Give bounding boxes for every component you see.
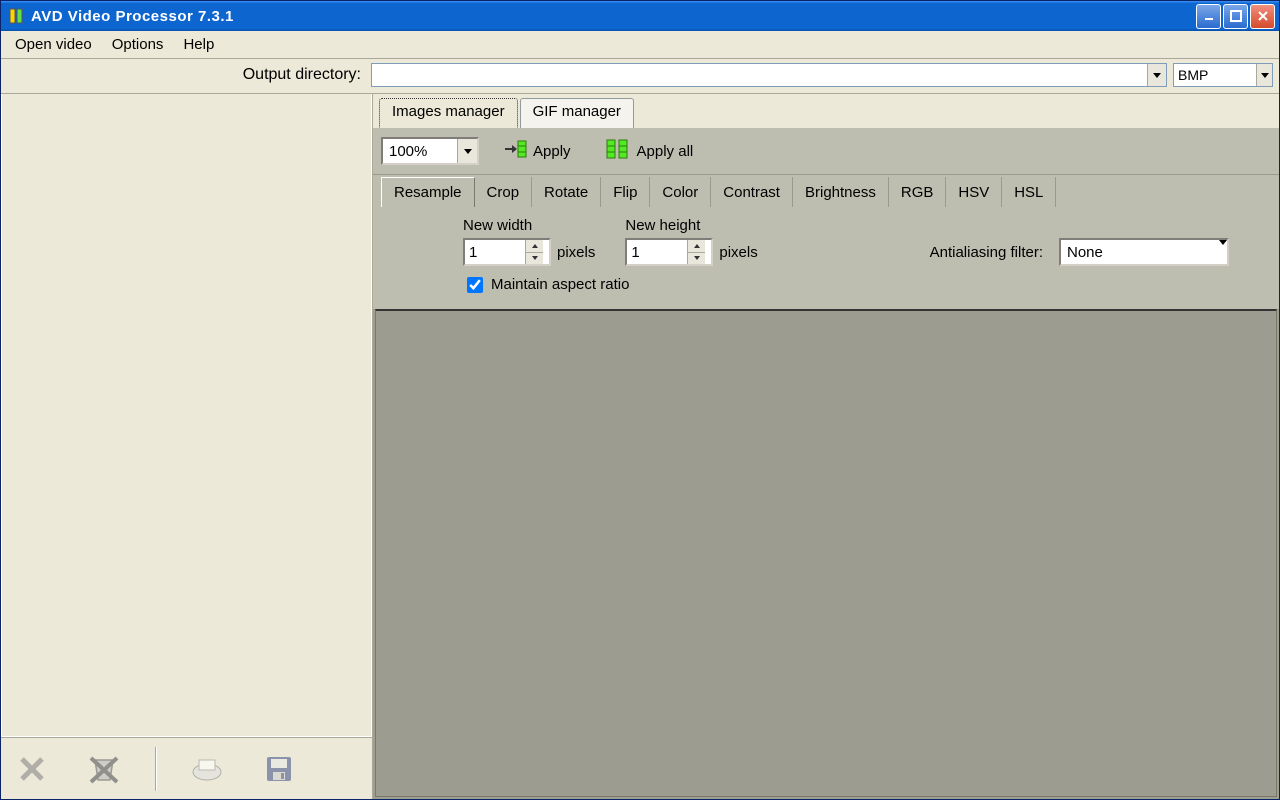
toolbar-separator [155, 747, 156, 791]
zoom-combo[interactable]: 100% [381, 137, 479, 165]
tab-rotate[interactable]: Rotate [532, 177, 601, 207]
print-icon[interactable] [186, 748, 228, 790]
tab-images-manager[interactable]: Images manager [379, 98, 518, 128]
width-unit: pixels [557, 244, 595, 261]
panel-content: 100% Apply Apply all [373, 128, 1279, 309]
tab-hsl[interactable]: HSL [1002, 177, 1056, 207]
maintain-aspect-label: Maintain aspect ratio [491, 276, 629, 293]
output-format-value[interactable] [1174, 64, 1256, 86]
menu-help[interactable]: Help [173, 32, 224, 57]
tab-flip[interactable]: Flip [601, 177, 650, 207]
body-area: Images manager GIF manager 100% Apply [1, 94, 1279, 799]
resample-panel: New width pixels [373, 207, 1279, 309]
maximize-button[interactable] [1223, 4, 1248, 29]
size-row: New width pixels [463, 217, 1269, 266]
output-row: Output directory: [1, 59, 1279, 94]
zoom-apply-toolbar: 100% Apply Apply all [373, 128, 1279, 175]
height-unit: pixels [719, 244, 757, 261]
new-height-label: New height [625, 217, 757, 234]
tab-gif-manager[interactable]: GIF manager [520, 98, 634, 128]
new-height-spinner[interactable] [625, 238, 713, 266]
new-width-label: New width [463, 217, 595, 234]
tab-rgb[interactable]: RGB [889, 177, 947, 207]
titlebar: AVD Video Processor 7.3.1 [1, 1, 1279, 31]
menu-options[interactable]: Options [102, 32, 174, 57]
tab-resample[interactable]: Resample [381, 177, 475, 207]
apply-button[interactable]: Apply [497, 137, 579, 165]
left-panel [1, 94, 373, 799]
new-height-up-button[interactable] [688, 240, 705, 253]
app-icon [7, 7, 25, 25]
minimize-button[interactable] [1196, 4, 1221, 29]
output-directory-input[interactable] [372, 64, 1147, 86]
output-format-dropdown-button[interactable] [1256, 64, 1272, 86]
new-width-block: New width pixels [463, 217, 595, 266]
tab-brightness[interactable]: Brightness [793, 177, 889, 207]
app-window: AVD Video Processor 7.3.1 Open video Opt… [0, 0, 1280, 800]
new-width-spinner[interactable] [463, 238, 551, 266]
menu-open-video[interactable]: Open video [5, 32, 102, 57]
output-directory-combo[interactable] [371, 63, 1167, 87]
output-directory-dropdown-button[interactable] [1147, 64, 1166, 86]
left-toolbar [1, 737, 372, 799]
antialiasing-block: Antialiasing filter: None [930, 238, 1229, 266]
new-height-input[interactable] [627, 240, 687, 264]
tab-hsv[interactable]: HSV [946, 177, 1002, 207]
maintain-aspect-row: Maintain aspect ratio [463, 276, 1269, 293]
zoom-value: 100% [383, 143, 457, 160]
antialiasing-label: Antialiasing filter: [930, 244, 1043, 261]
apply-icon [505, 139, 527, 163]
maintain-aspect-checkbox[interactable] [467, 277, 483, 293]
save-icon[interactable] [258, 748, 300, 790]
new-height-block: New height pixels [625, 217, 757, 266]
tab-color[interactable]: Color [650, 177, 711, 207]
close-button[interactable] [1250, 4, 1275, 29]
apply-all-label: Apply all [637, 143, 694, 160]
delete-icon[interactable] [11, 748, 53, 790]
new-height-down-button[interactable] [688, 253, 705, 265]
manager-tabs: Images manager GIF manager [373, 94, 1279, 128]
operation-tabs: Resample Crop Rotate Flip Color Contrast… [373, 175, 1279, 207]
tab-contrast[interactable]: Contrast [711, 177, 793, 207]
antialiasing-dropdown-button[interactable] [1219, 240, 1227, 264]
apply-all-icon [605, 138, 631, 164]
menubar: Open video Options Help [1, 31, 1279, 59]
new-width-down-button[interactable] [526, 253, 543, 265]
antialiasing-value: None [1061, 240, 1219, 264]
window-title: AVD Video Processor 7.3.1 [31, 8, 234, 25]
output-format-combo[interactable] [1173, 63, 1273, 87]
right-panel: Images manager GIF manager 100% Apply [373, 94, 1279, 799]
file-list[interactable] [1, 94, 372, 737]
tab-crop[interactable]: Crop [475, 177, 533, 207]
apply-label: Apply [533, 143, 571, 160]
new-width-up-button[interactable] [526, 240, 543, 253]
output-directory-label: Output directory: [7, 66, 365, 84]
new-width-input[interactable] [465, 240, 525, 264]
preview-area[interactable] [375, 309, 1277, 797]
apply-all-button[interactable]: Apply all [597, 136, 702, 166]
antialiasing-combo[interactable]: None [1059, 238, 1229, 266]
delete-all-icon[interactable] [83, 748, 125, 790]
zoom-dropdown-button[interactable] [457, 139, 477, 163]
